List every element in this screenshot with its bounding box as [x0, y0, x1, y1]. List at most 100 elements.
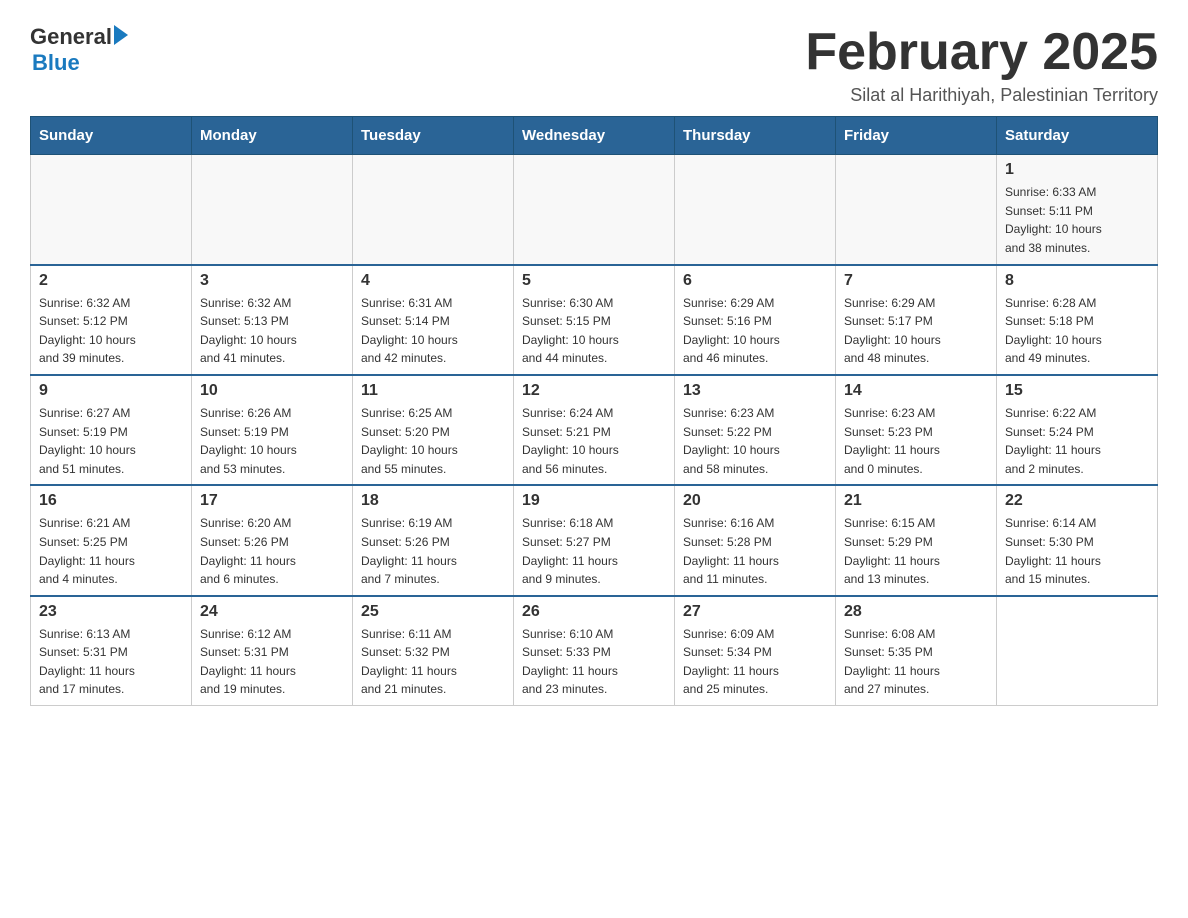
day-number: 21 [844, 492, 988, 510]
calendar-cell: 22 Sunrise: 6:14 AMSunset: 5:30 PMDayligh… [997, 485, 1158, 595]
logo-general-text: General [30, 24, 112, 50]
day-number: 20 [683, 492, 827, 510]
day-number: 14 [844, 382, 988, 400]
day-info: Sunrise: 6:08 AMSunset: 5:35 PMDaylight:… [844, 625, 988, 699]
day-number: 17 [200, 492, 344, 510]
day-info: Sunrise: 6:20 AMSunset: 5:26 PMDaylight:… [200, 514, 344, 588]
day-info: Sunrise: 6:32 AMSunset: 5:13 PMDaylight:… [200, 294, 344, 368]
calendar-subtitle: Silat al Harithiyah, Palestinian Territo… [805, 85, 1158, 106]
logo-line1: General [30, 24, 128, 50]
calendar-cell: 7 Sunrise: 6:29 AMSunset: 5:17 PMDaylight… [836, 265, 997, 375]
day-number: 6 [683, 272, 827, 290]
calendar-cell: 8 Sunrise: 6:28 AMSunset: 5:18 PMDaylight… [997, 265, 1158, 375]
title-block: February 2025 Silat al Harithiyah, Pales… [805, 24, 1158, 106]
calendar-cell: 10 Sunrise: 6:26 AMSunset: 5:19 PMDayligh… [192, 375, 353, 485]
calendar-cell: 13 Sunrise: 6:23 AMSunset: 5:22 PMDayligh… [675, 375, 836, 485]
calendar-cell: 3 Sunrise: 6:32 AMSunset: 5:13 PMDaylight… [192, 265, 353, 375]
day-info: Sunrise: 6:21 AMSunset: 5:25 PMDaylight:… [39, 514, 183, 588]
calendar-cell [353, 155, 514, 265]
day-info: Sunrise: 6:23 AMSunset: 5:22 PMDaylight:… [683, 404, 827, 478]
calendar-cell [997, 596, 1158, 706]
calendar-header-tuesday: Tuesday [353, 117, 514, 155]
calendar-cell: 19 Sunrise: 6:18 AMSunset: 5:27 PMDayligh… [514, 485, 675, 595]
day-info: Sunrise: 6:29 AMSunset: 5:16 PMDaylight:… [683, 294, 827, 368]
day-number: 24 [200, 603, 344, 621]
calendar-cell: 20 Sunrise: 6:16 AMSunset: 5:28 PMDayligh… [675, 485, 836, 595]
calendar-cell: 5 Sunrise: 6:30 AMSunset: 5:15 PMDaylight… [514, 265, 675, 375]
day-number: 23 [39, 603, 183, 621]
calendar-cell [836, 155, 997, 265]
day-info: Sunrise: 6:11 AMSunset: 5:32 PMDaylight:… [361, 625, 505, 699]
calendar-cell: 21 Sunrise: 6:15 AMSunset: 5:29 PMDayligh… [836, 485, 997, 595]
calendar-cell [31, 155, 192, 265]
day-info: Sunrise: 6:18 AMSunset: 5:27 PMDaylight:… [522, 514, 666, 588]
calendar-cell: 18Sunrise: 6:19 AMSunset: 5:26 PMDayligh… [353, 485, 514, 595]
day-number: 5 [522, 272, 666, 290]
day-number: 10 [200, 382, 344, 400]
day-number: 19 [522, 492, 666, 510]
day-info: Sunrise: 6:29 AMSunset: 5:17 PMDaylight:… [844, 294, 988, 368]
day-info: Sunrise: 6:26 AMSunset: 5:19 PMDaylight:… [200, 404, 344, 478]
day-info: Sunrise: 6:14 AMSunset: 5:30 PMDaylight:… [1005, 514, 1149, 588]
calendar-header-saturday: Saturday [997, 117, 1158, 155]
day-number: 1 [1005, 161, 1149, 179]
day-number: 7 [844, 272, 988, 290]
day-info: Sunrise: 6:30 AMSunset: 5:15 PMDaylight:… [522, 294, 666, 368]
day-number: 4 [361, 272, 505, 290]
day-info: Sunrise: 6:09 AMSunset: 5:34 PMDaylight:… [683, 625, 827, 699]
calendar-cell: 12Sunrise: 6:24 AMSunset: 5:21 PMDayligh… [514, 375, 675, 485]
day-number: 27 [683, 603, 827, 621]
day-number: 13 [683, 382, 827, 400]
day-number: 3 [200, 272, 344, 290]
day-number: 28 [844, 603, 988, 621]
logo-blue-text: Blue [32, 50, 80, 76]
calendar-cell [192, 155, 353, 265]
logo-arrow-icon [114, 25, 128, 45]
day-number: 22 [1005, 492, 1149, 510]
day-info: Sunrise: 6:24 AMSunset: 5:21 PMDaylight:… [522, 404, 666, 478]
calendar-header-row: SundayMondayTuesdayWednesdayThursdayFrid… [31, 117, 1158, 155]
calendar-header-monday: Monday [192, 117, 353, 155]
day-number: 9 [39, 382, 183, 400]
calendar-week-3: 9 Sunrise: 6:27 AMSunset: 5:19 PMDaylight… [31, 375, 1158, 485]
calendar-week-5: 23 Sunrise: 6:13 AMSunset: 5:31 PMDayligh… [31, 596, 1158, 706]
calendar-cell: 16 Sunrise: 6:21 AMSunset: 5:25 PMDayligh… [31, 485, 192, 595]
calendar-cell: 4Sunrise: 6:31 AMSunset: 5:14 PMDaylight… [353, 265, 514, 375]
day-number: 11 [361, 382, 505, 400]
day-number: 25 [361, 603, 505, 621]
calendar-week-2: 2Sunrise: 6:32 AMSunset: 5:12 PMDaylight… [31, 265, 1158, 375]
calendar-cell: 28 Sunrise: 6:08 AMSunset: 5:35 PMDayligh… [836, 596, 997, 706]
calendar-cell: 2Sunrise: 6:32 AMSunset: 5:12 PMDaylight… [31, 265, 192, 375]
day-info: Sunrise: 6:15 AMSunset: 5:29 PMDaylight:… [844, 514, 988, 588]
day-info: Sunrise: 6:10 AMSunset: 5:33 PMDaylight:… [522, 625, 666, 699]
day-info: Sunrise: 6:27 AMSunset: 5:19 PMDaylight:… [39, 404, 183, 478]
calendar-cell: 25 Sunrise: 6:11 AMSunset: 5:32 PMDayligh… [353, 596, 514, 706]
day-number: 2 [39, 272, 183, 290]
day-info: Sunrise: 6:19 AMSunset: 5:26 PMDaylight:… [361, 514, 505, 588]
logo: General Blue [30, 24, 128, 76]
calendar-week-4: 16 Sunrise: 6:21 AMSunset: 5:25 PMDayligh… [31, 485, 1158, 595]
day-info: Sunrise: 6:33 AMSunset: 5:11 PMDaylight:… [1005, 183, 1149, 257]
calendar-cell: 17 Sunrise: 6:20 AMSunset: 5:26 PMDayligh… [192, 485, 353, 595]
day-number: 16 [39, 492, 183, 510]
calendar-cell: 9 Sunrise: 6:27 AMSunset: 5:19 PMDaylight… [31, 375, 192, 485]
calendar-cell: 27 Sunrise: 6:09 AMSunset: 5:34 PMDayligh… [675, 596, 836, 706]
calendar-cell: 11 Sunrise: 6:25 AMSunset: 5:20 PMDayligh… [353, 375, 514, 485]
day-info: Sunrise: 6:22 AMSunset: 5:24 PMDaylight:… [1005, 404, 1149, 478]
day-number: 8 [1005, 272, 1149, 290]
day-number: 15 [1005, 382, 1149, 400]
calendar-cell: 23 Sunrise: 6:13 AMSunset: 5:31 PMDayligh… [31, 596, 192, 706]
calendar-header-wednesday: Wednesday [514, 117, 675, 155]
calendar-cell: 26Sunrise: 6:10 AMSunset: 5:33 PMDayligh… [514, 596, 675, 706]
day-info: Sunrise: 6:12 AMSunset: 5:31 PMDaylight:… [200, 625, 344, 699]
day-info: Sunrise: 6:16 AMSunset: 5:28 PMDaylight:… [683, 514, 827, 588]
calendar-cell [514, 155, 675, 265]
day-info: Sunrise: 6:13 AMSunset: 5:31 PMDaylight:… [39, 625, 183, 699]
day-info: Sunrise: 6:25 AMSunset: 5:20 PMDaylight:… [361, 404, 505, 478]
calendar-cell: 24 Sunrise: 6:12 AMSunset: 5:31 PMDayligh… [192, 596, 353, 706]
day-info: Sunrise: 6:28 AMSunset: 5:18 PMDaylight:… [1005, 294, 1149, 368]
page-header: General Blue February 2025 Silat al Hari… [30, 24, 1158, 106]
calendar-cell [675, 155, 836, 265]
calendar-header-thursday: Thursday [675, 117, 836, 155]
calendar-cell: 1 Sunrise: 6:33 AMSunset: 5:11 PMDaylight… [997, 155, 1158, 265]
